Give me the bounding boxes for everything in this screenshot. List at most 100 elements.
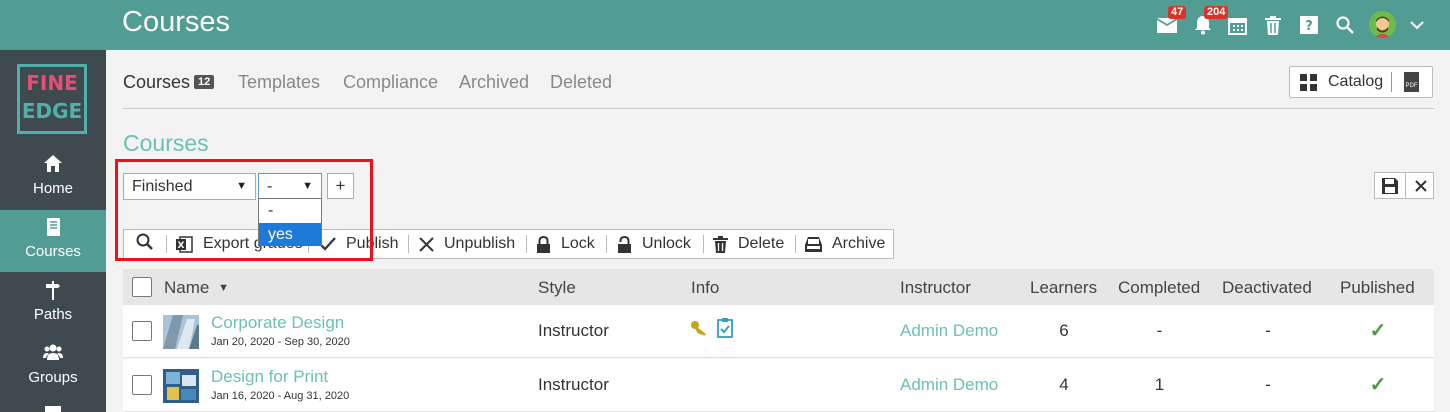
divider <box>526 235 527 253</box>
table-header: Name ▼ Style Info Instructor Learners Co… <box>123 269 1434 305</box>
sidebar-item-home[interactable]: Home <box>0 147 106 209</box>
caret-down-icon: ▼ <box>302 180 313 192</box>
lock-label: Lock <box>561 235 595 252</box>
catalog-label: Catalog <box>1328 73 1384 90</box>
sidebar-item-courses[interactable]: Courses <box>0 210 106 272</box>
course-dates: Jan 16, 2020 - Aug 31, 2020 <box>211 390 350 402</box>
catalog-button[interactable]: Catalog PDF <box>1289 66 1433 98</box>
tab-compliance[interactable]: Compliance <box>343 72 438 93</box>
course-thumbnail <box>163 369 199 403</box>
select-all-checkbox[interactable] <box>132 277 152 297</box>
dropdown-option-yes[interactable]: yes <box>259 223 321 246</box>
filter-field-select[interactable]: Finished ▼ <box>123 173 256 200</box>
filter-actions <box>1374 172 1434 199</box>
divider <box>408 235 409 253</box>
instructor-link[interactable]: Admin Demo <box>900 321 998 341</box>
column-info-header: Info <box>691 278 720 297</box>
bulk-actions-toolbar: X Export grades Publish Unpublish Lock U… <box>123 229 894 259</box>
top-bar: Courses 47 204 ? <box>0 0 1450 50</box>
column-style-header[interactable]: Style <box>538 278 576 298</box>
delete-label: Delete <box>738 235 785 252</box>
trash-icon <box>713 235 728 253</box>
tab-deleted[interactable]: Deleted <box>550 72 612 93</box>
divider <box>606 235 607 253</box>
avatar[interactable] <box>1369 11 1396 38</box>
published-check-icon: ✓ <box>1369 374 1387 396</box>
grid-icon <box>1300 74 1317 96</box>
close-icon[interactable] <box>1406 173 1436 198</box>
tab-archived[interactable]: Archived <box>459 72 529 93</box>
sidebar-item-paths[interactable]: Paths <box>0 273 106 335</box>
calendar-icon[interactable] <box>1224 12 1250 38</box>
tab-label: Courses <box>123 72 191 92</box>
messages-icon[interactable]: 47 <box>1154 6 1187 38</box>
page-title: Courses <box>122 6 230 38</box>
lock-icon <box>536 235 551 253</box>
instructor-link[interactable]: Admin Demo <box>900 375 998 395</box>
sidebar-item-groups[interactable]: Groups <box>0 336 106 398</box>
section-title: Courses <box>123 130 209 156</box>
archive-button[interactable]: Archive <box>805 230 885 258</box>
table-row[interactable]: Design for Print Jan 16, 2020 - Aug 31, … <box>123 359 1434 412</box>
course-style: Instructor <box>538 321 609 340</box>
column-instructor-header[interactable]: Instructor <box>900 278 971 298</box>
more-icon <box>45 406 61 412</box>
chevron-down-icon[interactable] <box>1404 12 1430 38</box>
save-icon[interactable] <box>1375 173 1405 198</box>
unpublish-label: Unpublish <box>444 235 516 252</box>
lock-button[interactable]: Lock <box>536 230 595 258</box>
pdf-icon[interactable]: PDF <box>1404 72 1419 92</box>
column-learners-header[interactable]: Learners <box>1030 278 1097 298</box>
logo-line-2: EDGE <box>21 99 83 123</box>
excel-icon: X <box>176 235 193 253</box>
delete-button[interactable]: Delete <box>713 230 784 258</box>
publish-button[interactable]: Publish <box>319 230 398 258</box>
sidebar-item-label: Paths <box>33 306 73 323</box>
unlock-label: Unlock <box>642 235 691 252</box>
course-name-link[interactable]: Corporate Design <box>211 313 344 333</box>
learners-count[interactable]: 4 <box>1030 375 1098 395</box>
completed-count[interactable]: 1 <box>1118 375 1201 395</box>
sidebar-item-label: Home <box>32 180 73 197</box>
home-icon <box>0 155 106 175</box>
tab-templates[interactable]: Templates <box>238 72 320 93</box>
help-icon[interactable]: ? <box>1296 12 1322 38</box>
column-deactivated-header[interactable]: Deactivated <box>1222 278 1312 298</box>
tab-courses[interactable]: Courses 12 <box>123 72 215 93</box>
messages-badge: 47 <box>1168 6 1187 19</box>
column-completed-header[interactable]: Completed <box>1118 278 1200 298</box>
table-row[interactable]: Corporate Design Jan 20, 2020 - Sep 30, … <box>123 305 1434 358</box>
trash-icon[interactable] <box>1260 12 1286 38</box>
column-published-header[interactable]: Published <box>1340 278 1415 298</box>
course-name-link[interactable]: Design for Print <box>211 367 328 387</box>
bell-icon[interactable]: 204 <box>1190 6 1229 38</box>
learners-count[interactable]: 6 <box>1030 321 1098 341</box>
key-icon <box>690 320 708 341</box>
unpublish-button[interactable]: Unpublish <box>419 230 515 258</box>
course-thumbnail <box>163 315 199 349</box>
unlock-button[interactable]: Unlock <box>617 230 691 258</box>
logo[interactable]: FINE EDGE <box>17 64 87 134</box>
divider <box>1391 72 1392 92</box>
deactivated-count: - <box>1265 321 1271 340</box>
add-filter-button[interactable]: + <box>327 173 354 199</box>
filter-field-value: Finished <box>132 178 193 195</box>
x-icon <box>419 236 434 252</box>
svg-text:?: ? <box>1305 19 1313 34</box>
tab-divider <box>123 108 1434 109</box>
column-name-header[interactable]: Name ▼ <box>164 278 229 298</box>
users-icon <box>0 344 106 364</box>
clipboard-check-icon <box>717 318 733 343</box>
completed-count: - <box>1156 321 1163 340</box>
search-icon[interactable] <box>1332 12 1358 38</box>
row-checkbox[interactable] <box>132 375 152 395</box>
dropdown-option-dash[interactable]: - <box>259 199 321 222</box>
sidebar-item-label: Courses <box>25 243 81 260</box>
publish-label: Publish <box>346 235 399 252</box>
search-button[interactable] <box>136 230 153 258</box>
row-checkbox[interactable] <box>132 321 152 341</box>
filter-value-current: - <box>267 178 273 195</box>
filter-value-dropdown: - yes <box>258 198 322 246</box>
published-check-icon: ✓ <box>1369 320 1387 342</box>
filter-value-select[interactable]: - ▼ <box>258 173 322 200</box>
